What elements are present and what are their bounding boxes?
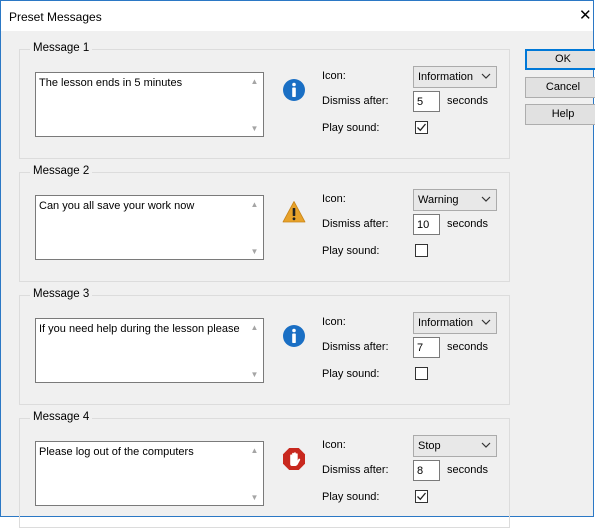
chevron-down-icon [481, 73, 491, 79]
message-text-area[interactable]: If you need help during the lesson pleas… [35, 318, 264, 383]
play-sound-label: Play sound: [322, 245, 380, 257]
information-icon [283, 325, 305, 347]
group-label: Message 1 [30, 42, 93, 54]
icon-label: Icon: [322, 439, 346, 451]
seconds-label: seconds [447, 218, 488, 230]
stop-hand-icon [283, 448, 305, 470]
preset-messages-dialog: Preset Messages ✕ Message 1 The lesson e… [0, 0, 595, 528]
icon-select-value: Warning [418, 194, 459, 206]
dismiss-label: Dismiss after: [322, 95, 389, 107]
help-button[interactable]: Help [525, 104, 595, 125]
checkmark-icon [417, 123, 427, 132]
icon-select[interactable]: Information [413, 312, 497, 334]
icon-select-value: Stop [418, 440, 441, 452]
play-sound-label: Play sound: [322, 368, 380, 380]
chevron-down-icon [481, 442, 491, 448]
icon-select-value: Information [418, 317, 474, 329]
seconds-label: seconds [447, 95, 488, 107]
vertical-scrollbar[interactable]: ▲ ▼ [246, 73, 263, 136]
close-icon[interactable]: ✕ [579, 6, 593, 26]
play-sound-checkbox[interactable] [415, 367, 428, 380]
group-label: Message 3 [30, 288, 93, 300]
scroll-down-icon[interactable]: ▼ [249, 247, 260, 256]
vertical-scrollbar[interactable]: ▲ ▼ [246, 196, 263, 259]
dismiss-label: Dismiss after: [322, 341, 389, 353]
dismiss-label: Dismiss after: [322, 464, 389, 476]
seconds-label: seconds [447, 341, 488, 353]
message-text: Please log out of the computers [39, 446, 194, 458]
checkmark-icon [417, 492, 427, 501]
icon-label: Icon: [322, 316, 346, 328]
scroll-down-icon[interactable]: ▼ [249, 124, 260, 133]
message-text-area[interactable]: The lesson ends in 5 minutes ▲ ▼ [35, 72, 264, 137]
chevron-down-icon [481, 319, 491, 325]
icon-select-value: Information [418, 71, 474, 83]
message-group-4: Message 4 Please log out of the computer… [19, 411, 510, 528]
title-bar: Preset Messages ✕ [1, 1, 593, 31]
message-text-area[interactable]: Can you all save your work now ▲ ▼ [35, 195, 264, 260]
vertical-scrollbar[interactable]: ▲ ▼ [246, 319, 263, 382]
dismiss-seconds-field[interactable]: 8 [413, 460, 440, 481]
icon-label: Icon: [322, 193, 346, 205]
group-label: Message 4 [30, 411, 93, 423]
play-sound-label: Play sound: [322, 491, 380, 503]
play-sound-checkbox[interactable] [415, 121, 428, 134]
play-sound-checkbox[interactable] [415, 490, 428, 503]
scroll-down-icon[interactable]: ▼ [249, 370, 260, 379]
message-text: The lesson ends in 5 minutes [39, 77, 183, 89]
icon-select[interactable]: Information [413, 66, 497, 88]
chevron-down-icon [481, 196, 491, 202]
scroll-up-icon[interactable]: ▲ [249, 77, 260, 86]
scroll-up-icon[interactable]: ▲ [249, 446, 260, 455]
scroll-down-icon[interactable]: ▼ [249, 493, 260, 502]
dismiss-seconds-field[interactable]: 5 [413, 91, 440, 112]
icon-select[interactable]: Stop [413, 435, 497, 457]
cancel-button[interactable]: Cancel [525, 77, 595, 98]
play-sound-label: Play sound: [322, 122, 380, 134]
vertical-scrollbar[interactable]: ▲ ▼ [246, 442, 263, 505]
window-title: Preset Messages [9, 10, 102, 24]
ok-button[interactable]: OK [525, 49, 595, 70]
dismiss-seconds-field[interactable]: 7 [413, 337, 440, 358]
play-sound-checkbox[interactable] [415, 244, 428, 257]
dismiss-label: Dismiss after: [322, 218, 389, 230]
information-icon [283, 79, 305, 101]
scroll-up-icon[interactable]: ▲ [249, 323, 260, 332]
message-group-2: Message 2 Can you all save your work now… [19, 165, 510, 282]
dismiss-seconds-field[interactable]: 10 [413, 214, 440, 235]
seconds-label: seconds [447, 464, 488, 476]
icon-label: Icon: [322, 70, 346, 82]
message-text: If you need help during the lesson pleas… [39, 323, 241, 335]
message-group-1: Message 1 The lesson ends in 5 minutes ▲… [19, 42, 510, 159]
group-label: Message 2 [30, 165, 93, 177]
scroll-up-icon[interactable]: ▲ [249, 200, 260, 209]
message-group-3: Message 3 If you need help during the le… [19, 288, 510, 405]
message-text-area[interactable]: Please log out of the computers ▲ ▼ [35, 441, 264, 506]
warning-icon [282, 201, 306, 223]
message-text: Can you all save your work now [39, 200, 195, 212]
icon-select[interactable]: Warning [413, 189, 497, 211]
